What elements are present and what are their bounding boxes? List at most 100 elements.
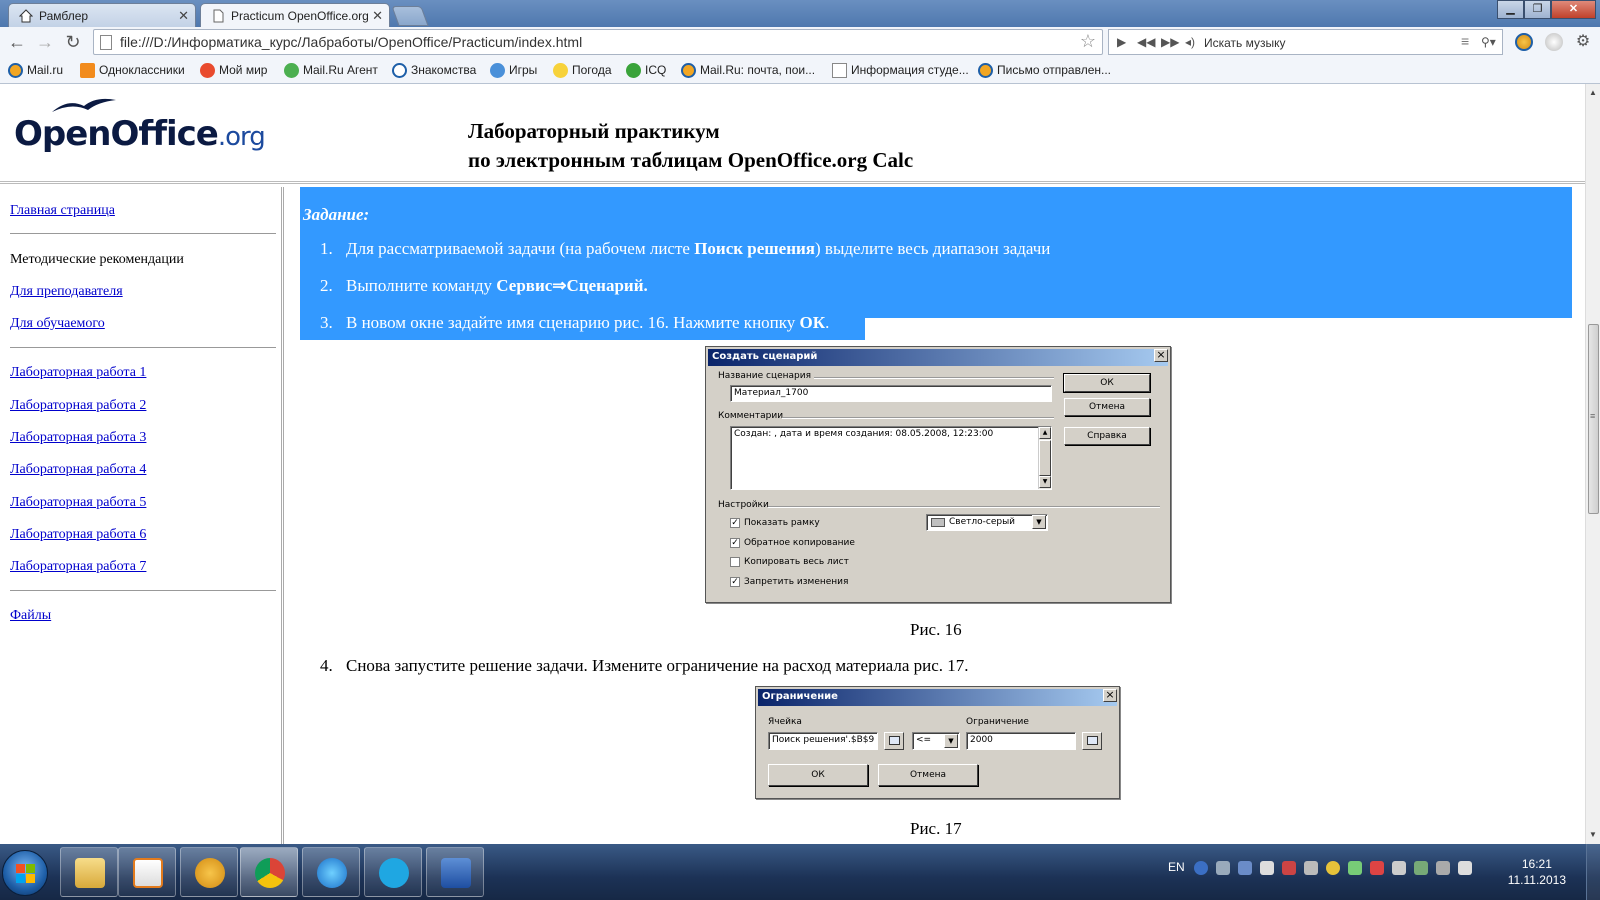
scroll-down-icon[interactable]: ▼ (1039, 476, 1051, 488)
tab-practicum[interactable]: Practicum OpenOffice.org ✕ (200, 3, 390, 28)
comments-textarea[interactable]: Создан: , дата и время создания: 08.05.2… (730, 426, 1052, 490)
copy-sheet-checkbox[interactable] (730, 557, 740, 567)
search-icon[interactable]: ⚲▾ (1481, 35, 1496, 49)
bookmark-star-icon[interactable]: ☆ (1080, 31, 1096, 52)
restore-button[interactable]: ❐ (1524, 0, 1551, 19)
close-window-button[interactable]: ✕ (1551, 0, 1596, 19)
sidebar-link-home[interactable]: Главная страница (10, 203, 115, 219)
volume-icon[interactable] (1458, 861, 1472, 875)
taskbar-word[interactable] (426, 847, 484, 897)
comments-scrollbar[interactable]: ▲ ▼ (1038, 427, 1051, 489)
sidebar-link-lab-6[interactable]: Лабораторная работа 6 (10, 527, 146, 543)
taskbar-mail-agent[interactable] (180, 847, 238, 897)
close-tab-icon[interactable]: ✕ (178, 8, 189, 24)
frame-color-select[interactable]: Светло-серый (926, 514, 1048, 531)
new-tab-button[interactable] (391, 6, 429, 26)
reload-button[interactable]: ↻ (62, 32, 84, 54)
bookmark-item[interactable]: Mail.Ru: почта, пои... (681, 63, 815, 78)
bluetooth-icon[interactable] (1238, 861, 1252, 875)
chevron-down-icon[interactable]: ▼ (1032, 515, 1046, 529)
chevron-down-icon[interactable]: ▼ (944, 734, 958, 748)
menu-icon[interactable]: ≡ (1461, 33, 1469, 49)
start-button[interactable] (2, 850, 48, 896)
previous-icon[interactable]: ◀◀ (1137, 35, 1155, 49)
sidebar-link-lab-7[interactable]: Лабораторная работа 7 (10, 559, 146, 575)
tray-app-icon[interactable] (1414, 861, 1428, 875)
shrink-dialog-icon[interactable] (1082, 732, 1102, 750)
scroll-down-icon[interactable]: ▼ (1589, 830, 1597, 839)
ok-button[interactable]: ОК (1063, 373, 1151, 393)
scroll-up-icon[interactable]: ▲ (1039, 427, 1051, 439)
taskbar-ie[interactable] (302, 847, 360, 897)
tray-app-icon[interactable] (1326, 861, 1340, 875)
sidebar-link-files[interactable]: Файлы (10, 608, 51, 624)
divider (814, 377, 1054, 379)
bookmark-item[interactable]: Mail.ru (8, 63, 63, 78)
extension-icon[interactable] (1545, 33, 1563, 51)
sidebar-link-lab-2[interactable]: Лабораторная работа 2 (10, 398, 146, 414)
tray-app-icon[interactable] (1370, 861, 1384, 875)
bookmark-item[interactable]: Погода (553, 63, 612, 78)
tray-app-icon[interactable] (1348, 861, 1362, 875)
sidebar-link-teacher[interactable]: Для преподавателя (10, 284, 123, 300)
ok-button[interactable]: ОК (768, 764, 868, 786)
address-bar[interactable]: file:///D:/Информатика_курс/Лабработы/Op… (93, 29, 1103, 55)
sidebar-link-lab-5[interactable]: Лабораторная работа 5 (10, 495, 146, 511)
language-indicator[interactable]: EN (1168, 860, 1185, 874)
bookmark-item[interactable]: Письмо отправлен... (978, 63, 1111, 78)
bookmark-item[interactable]: Игры (490, 63, 537, 78)
tab-rambler[interactable]: Рамблер ✕ (8, 3, 196, 27)
taskbar-skype[interactable] (364, 847, 422, 897)
help-button[interactable]: Справка (1064, 427, 1150, 445)
close-icon[interactable]: × (1154, 349, 1168, 362)
minimize-button[interactable]: ▁ (1497, 0, 1524, 19)
page-scrollbar[interactable]: ▲ ≡ ▼ (1585, 84, 1600, 844)
taskbar-browser[interactable] (240, 847, 298, 897)
taskbar-explorer[interactable] (60, 847, 118, 897)
copy-back-checkbox[interactable]: ✓ (730, 538, 740, 548)
cancel-button[interactable]: Отмена (878, 764, 978, 786)
scroll-thumb[interactable] (1039, 440, 1051, 476)
volume-icon[interactable]: ◂) (1185, 35, 1195, 49)
show-desktop-button[interactable] (1586, 844, 1600, 900)
scenario-name-input[interactable]: Материал_1700 (730, 385, 1052, 402)
forward-button[interactable]: → (34, 32, 56, 54)
bookmark-item[interactable]: ICQ (626, 63, 666, 78)
flag-icon[interactable] (1260, 861, 1274, 875)
seagull-logo-icon (52, 98, 116, 112)
tray-app-icon[interactable] (1304, 861, 1318, 875)
back-button[interactable]: ← (6, 32, 28, 54)
color-swatch (931, 518, 945, 527)
constraint-value-input[interactable]: 2000 (966, 732, 1076, 750)
mail-agent-icon[interactable] (1515, 33, 1533, 51)
cancel-button[interactable]: Отмена (1064, 398, 1150, 416)
comments-label: Комментарии (718, 411, 784, 421)
bookmark-item[interactable]: Mail.Ru Агент (284, 63, 378, 78)
scroll-up-icon[interactable]: ▲ (1589, 88, 1597, 97)
sidebar-link-student[interactable]: Для обучаемого (10, 316, 105, 332)
sidebar-link-lab-4[interactable]: Лабораторная работа 4 (10, 462, 146, 478)
signal-icon[interactable] (1436, 861, 1450, 875)
next-icon[interactable]: ▶▶ (1161, 35, 1179, 49)
shrink-dialog-icon[interactable] (884, 732, 904, 750)
close-tab-icon[interactable]: ✕ (372, 8, 383, 24)
sidebar-link-lab-3[interactable]: Лабораторная работа 3 (10, 430, 146, 446)
tray-app-icon[interactable] (1392, 861, 1406, 875)
show-frame-checkbox[interactable]: ✓ (730, 518, 740, 528)
play-icon[interactable]: ▶ (1117, 35, 1126, 49)
bookmark-item[interactable]: Знакомства (392, 63, 476, 78)
cell-reference-input[interactable]: Поиск решения'.$B$9 (768, 732, 878, 750)
help-icon[interactable] (1194, 861, 1208, 875)
bookmark-item[interactable]: Одноклассники (80, 63, 185, 78)
bookmark-item[interactable]: Информация студе... (832, 63, 969, 78)
network-icon[interactable] (1216, 861, 1230, 875)
close-icon[interactable]: × (1103, 689, 1117, 702)
sidebar-link-lab-1[interactable]: Лабораторная работа 1 (10, 365, 146, 381)
music-search-box[interactable]: ▶ ◀◀ ▶▶ ◂) Искать музыку ≡ ⚲▾ (1108, 29, 1503, 55)
bookmark-item[interactable]: Мой мир (200, 63, 267, 78)
clock[interactable]: 16:21 11.11.2013 (1508, 856, 1566, 888)
wrench-icon[interactable]: ⚙ (1572, 32, 1594, 54)
taskbar-media-player[interactable] (118, 847, 176, 897)
prevent-changes-checkbox[interactable]: ✓ (730, 577, 740, 587)
security-icon[interactable] (1282, 861, 1296, 875)
